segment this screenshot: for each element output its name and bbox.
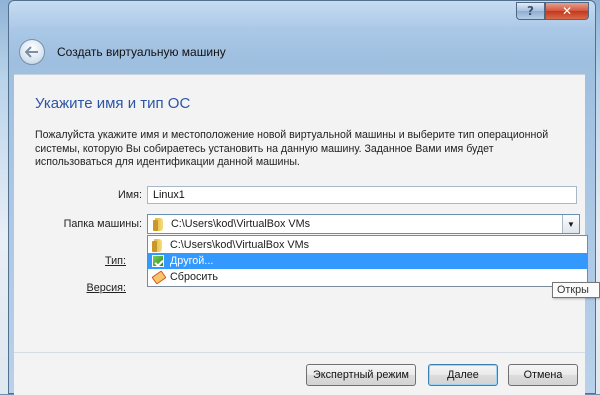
separator xyxy=(14,352,585,353)
dropdown-item-label: Другой... xyxy=(170,255,214,267)
name-label: Имя: xyxy=(117,189,142,201)
back-arrow-icon[interactable] xyxy=(19,39,45,65)
cancel-button[interactable]: Отмена xyxy=(508,364,578,386)
version-label: Версия: xyxy=(54,282,127,294)
dropdown-item-folder[interactable]: C:\Users\kod\VirtualBox VMs xyxy=(148,237,587,253)
type-label-text: Тип: xyxy=(105,255,126,267)
wizard-title-row: Создать виртуальную машину xyxy=(19,39,226,65)
tooltip: Откры xyxy=(552,282,600,298)
folder-combobox-value: C:\Users\kod\VirtualBox VMs xyxy=(171,218,311,230)
folder-combobox[interactable]: C:\Users\kod\VirtualBox VMs ▼ xyxy=(147,214,580,234)
back-arrow-glyph xyxy=(25,46,38,58)
close-button[interactable]: ✕ xyxy=(545,2,589,20)
help-button[interactable]: ? xyxy=(516,2,545,20)
expert-mode-button[interactable]: Экспертный режим xyxy=(306,364,416,386)
type-label: Тип: xyxy=(74,255,126,267)
folder-icon xyxy=(153,217,165,231)
caption-buttons: ? ✕ xyxy=(516,2,589,20)
dropdown-item-reset[interactable]: Сбросить xyxy=(148,269,587,285)
dropdown-item-other[interactable]: Другой... xyxy=(148,253,587,269)
folder-label: Папка машины: xyxy=(63,218,142,230)
chevron-down-icon[interactable]: ▼ xyxy=(562,215,579,233)
wizard-title: Создать виртуальную машину xyxy=(57,45,226,59)
other-icon xyxy=(152,255,164,267)
dropdown-item-label: C:\Users\kod\VirtualBox VMs xyxy=(170,239,310,251)
folder-dropdown-list: C:\Users\kod\VirtualBox VMs Другой... Сб… xyxy=(147,235,588,287)
name-input[interactable] xyxy=(147,186,577,204)
page-description: Пожалуйста укажите имя и местоположение … xyxy=(35,129,549,168)
next-button[interactable]: Далее xyxy=(428,364,498,386)
dropdown-item-label: Сбросить xyxy=(170,271,218,283)
folder-icon xyxy=(152,238,164,252)
version-label-text: Версия: xyxy=(86,282,127,294)
reset-icon xyxy=(152,271,164,283)
page-heading: Укажите имя и тип ОС xyxy=(35,95,191,112)
